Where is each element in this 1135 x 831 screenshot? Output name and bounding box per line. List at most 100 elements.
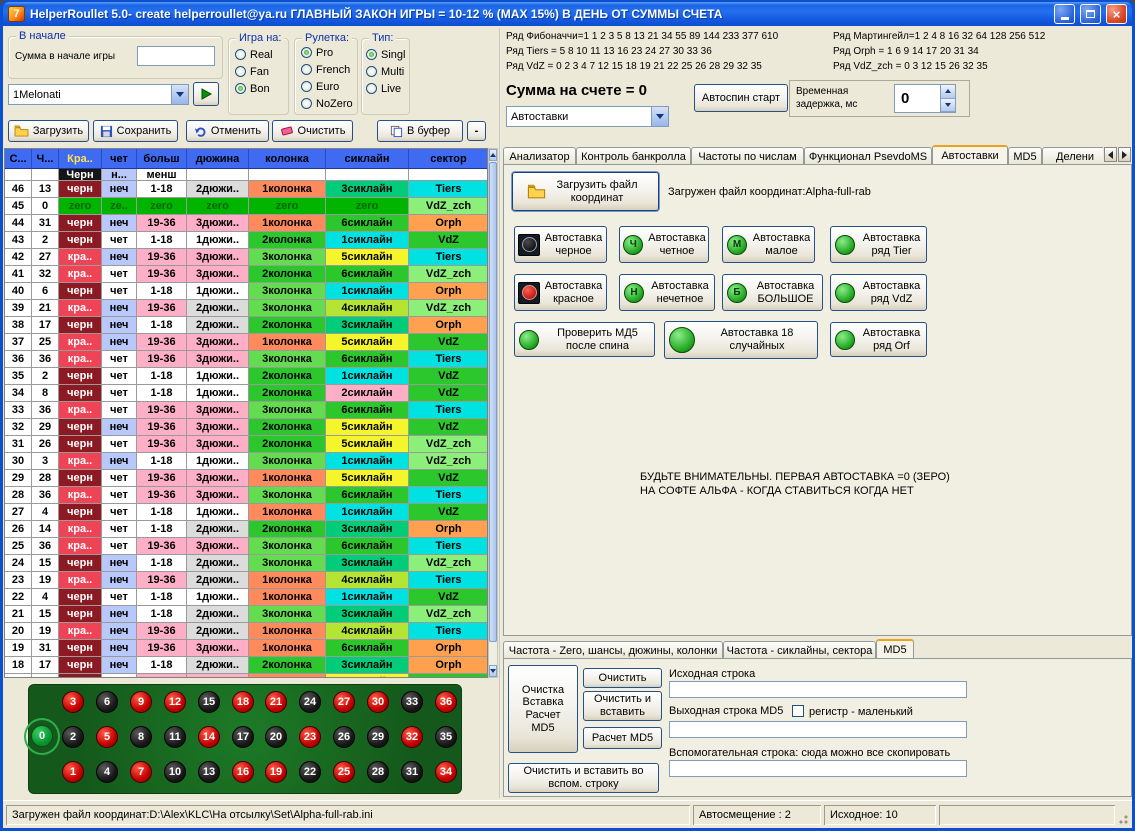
table-row[interactable]: 4132кра..чет19-363дюжи..2колонка6сиклайн… bbox=[5, 266, 487, 283]
tab-scroll-left-button[interactable] bbox=[1104, 147, 1117, 162]
tab-main-4[interactable]: Функционал PsevdoMS bbox=[804, 147, 932, 165]
bet-button-8[interactable]: Автоставка ряд VdZ bbox=[830, 274, 927, 311]
roulette-number[interactable]: 16 bbox=[232, 761, 254, 783]
roulette-number[interactable]: 27 bbox=[333, 691, 355, 713]
roulette-number[interactable]: 25 bbox=[333, 761, 355, 783]
tab-main-2[interactable]: Контроль банкролла bbox=[576, 147, 691, 165]
table-row[interactable]: 406чернчет1-181дюжи..3колонка1сиклайнOrp… bbox=[5, 283, 487, 300]
roulette-number[interactable]: 22 bbox=[299, 761, 321, 783]
clear-paste-aux-button[interactable]: Очистить и вставить во вспом. строку bbox=[508, 763, 659, 793]
register-checkbox[interactable] bbox=[792, 705, 804, 717]
table-row[interactable]: 2928чернчет19-363дюжи..1колонка5сиклайнV… bbox=[5, 470, 487, 487]
spinner-buttons[interactable] bbox=[940, 85, 955, 112]
autobet-combo-drop[interactable] bbox=[651, 107, 668, 126]
roulette-number[interactable]: 34 bbox=[435, 761, 457, 783]
roulette-number[interactable]: 32 bbox=[401, 726, 423, 748]
roulette-number[interactable]: 11 bbox=[164, 726, 186, 748]
preset-combo[interactable]: 1Melonati bbox=[8, 84, 189, 105]
scroll-up-button[interactable] bbox=[489, 149, 497, 161]
source-string-input[interactable] bbox=[669, 681, 967, 698]
roulette-number[interactable]: 36 bbox=[435, 691, 457, 713]
bet-button-11[interactable]: Автоставка ряд Orf bbox=[830, 322, 927, 357]
md5-clear-button[interactable]: Очистить bbox=[583, 668, 662, 688]
load-button[interactable]: Загрузить bbox=[8, 120, 89, 142]
roulette-number[interactable]: 26 bbox=[333, 726, 355, 748]
bet-button-2[interactable]: ЧАвтоставка четное bbox=[619, 226, 709, 263]
autobet-combo[interactable]: Автоставки bbox=[506, 106, 669, 127]
roulette-number[interactable]: 4 bbox=[96, 761, 118, 783]
title-bar[interactable]: 7 HelperRoullet 5.0- create helperroulle… bbox=[3, 2, 1132, 26]
copy-buffer-button[interactable]: В буфер bbox=[377, 120, 463, 142]
roulette-number[interactable]: 30 bbox=[367, 691, 389, 713]
roulette-number[interactable]: 29 bbox=[367, 726, 389, 748]
minimize-button[interactable] bbox=[1054, 4, 1075, 24]
table-row[interactable]: 224чернчет1-181дюжи..1колонка1сиклайнVdZ bbox=[5, 589, 487, 606]
column-header[interactable]: Ч... bbox=[32, 149, 59, 169]
roulette-number[interactable]: 6 bbox=[96, 691, 118, 713]
table-row[interactable]: 3636кра..чет19-363дюжи..3колонка6сиклайн… bbox=[5, 351, 487, 368]
tab-main-5[interactable]: Автоставки bbox=[932, 145, 1008, 165]
delay-spinner[interactable]: 0 bbox=[894, 84, 956, 113]
roulette-number[interactable]: 17 bbox=[232, 726, 254, 748]
bet-button-3[interactable]: МАвтоставка малое bbox=[722, 226, 815, 263]
table-row[interactable]: 3817черннеч1-182дюжи..2колонка3сиклайнOr… bbox=[5, 317, 487, 334]
roulette-number[interactable]: 9 bbox=[130, 691, 152, 713]
table-row[interactable]: 1728чернчет19-363дюжи..1колонка5сиклайнV… bbox=[5, 674, 487, 678]
roulette-number[interactable]: 20 bbox=[265, 726, 287, 748]
table-row[interactable]: 274чернчет1-181дюжи..1колонка1сиклайнVdZ bbox=[5, 504, 487, 521]
table-row[interactable]: 2319кра..неч19-362дюжи..1колонка4сиклайн… bbox=[5, 572, 487, 589]
roulette-number[interactable]: 10 bbox=[164, 761, 186, 783]
table-row[interactable]: 3336кра..чет19-363дюжи..3колонка6сиклайн… bbox=[5, 402, 487, 419]
scrollbar-thumb[interactable] bbox=[489, 162, 497, 642]
column-header[interactable]: больш bbox=[137, 149, 187, 169]
roulette-number[interactable]: 3 bbox=[62, 691, 84, 713]
radio-bon[interactable]: Bon bbox=[235, 80, 273, 97]
bet-button-6[interactable]: НАвтоставка нечетное bbox=[619, 274, 715, 311]
radio-fan[interactable]: Fan bbox=[235, 63, 273, 80]
roulette-zero[interactable]: 0 bbox=[31, 725, 53, 747]
table-row[interactable]: 3126чернчет19-363дюжи..2колонка5сиклайнV… bbox=[5, 436, 487, 453]
table-row[interactable]: 352чернчет1-181дюжи..2колонка1сиклайнVdZ bbox=[5, 368, 487, 385]
table-row[interactable]: 3725кра..неч19-363дюжи..1колонка5сиклайн… bbox=[5, 334, 487, 351]
close-button[interactable]: × bbox=[1106, 4, 1127, 24]
spinner-up-button[interactable] bbox=[941, 85, 955, 99]
save-button[interactable]: Сохранить bbox=[93, 120, 178, 142]
table-row[interactable]: 2536кра..чет19-363дюжи..3колонка6сиклайн… bbox=[5, 538, 487, 555]
md5-calc-button[interactable]: Расчет MD5 bbox=[583, 727, 662, 749]
roulette-number[interactable]: 5 bbox=[96, 726, 118, 748]
bet-button-4[interactable]: Автоставка ряд Tier bbox=[830, 226, 927, 263]
bet-button-5[interactable]: Автоставка красное bbox=[514, 274, 607, 311]
roulette-number[interactable]: 2 bbox=[62, 726, 84, 748]
table-row[interactable]: 432чернчет1-181дюжи..2колонка1сиклайнVdZ bbox=[5, 232, 487, 249]
table-row[interactable]: 1817черннеч1-182дюжи..2колонка3сиклайнOr… bbox=[5, 657, 487, 674]
maximize-button[interactable] bbox=[1080, 4, 1101, 24]
roulette-number[interactable]: 8 bbox=[130, 726, 152, 748]
preset-combo-drop[interactable] bbox=[171, 85, 188, 104]
radio-nozero[interactable]: NoZero bbox=[301, 95, 353, 112]
tab-scroll-right-button[interactable] bbox=[1118, 147, 1131, 162]
tab-freq-3[interactable]: MD5 bbox=[876, 639, 914, 659]
column-header[interactable]: сектор bbox=[409, 149, 488, 169]
undo-button[interactable]: Отменить bbox=[186, 120, 269, 142]
table-row[interactable]: 3921кра..неч19-362дюжи..3колонка4сиклайн… bbox=[5, 300, 487, 317]
roulette-number[interactable]: 14 bbox=[198, 726, 220, 748]
radio-real[interactable]: Real bbox=[235, 46, 273, 63]
radio-multi[interactable]: Multi bbox=[366, 63, 405, 80]
bet-button-1[interactable]: Автоставка черное bbox=[514, 226, 607, 263]
spinner-down-button[interactable] bbox=[941, 99, 955, 113]
radio-french[interactable]: French bbox=[301, 61, 353, 78]
clear-button[interactable]: Очистить bbox=[272, 120, 353, 142]
table-row[interactable]: 2415черннеч1-182дюжи..3колонка3сиклайнVd… bbox=[5, 555, 487, 572]
column-header[interactable]: чет bbox=[102, 149, 137, 169]
tab-freq-1[interactable]: Частота - Zero, шансы, дюжины, колонки bbox=[503, 641, 723, 659]
table-row[interactable]: 348чернчет1-181дюжи..2колонка2сиклайнVdZ bbox=[5, 385, 487, 402]
tab-main-1[interactable]: Анализатор bbox=[503, 147, 576, 165]
autospin-start-button[interactable]: Автоспин старт bbox=[694, 84, 788, 112]
start-sum-input[interactable] bbox=[137, 46, 215, 66]
roulette-number[interactable]: 24 bbox=[299, 691, 321, 713]
bet-button-10[interactable]: Автоставка 18 случайных bbox=[664, 321, 818, 359]
table-row[interactable]: 4613черннеч1-182дюжи..1колонка3сиклайнTi… bbox=[5, 181, 487, 198]
roulette-number[interactable]: 1 bbox=[62, 761, 84, 783]
table-row[interactable]: 450zeroze..zerozerozerozeroVdZ_zch bbox=[5, 198, 487, 215]
md5-clear-paste-button[interactable]: Очистить и вставить bbox=[583, 691, 662, 721]
